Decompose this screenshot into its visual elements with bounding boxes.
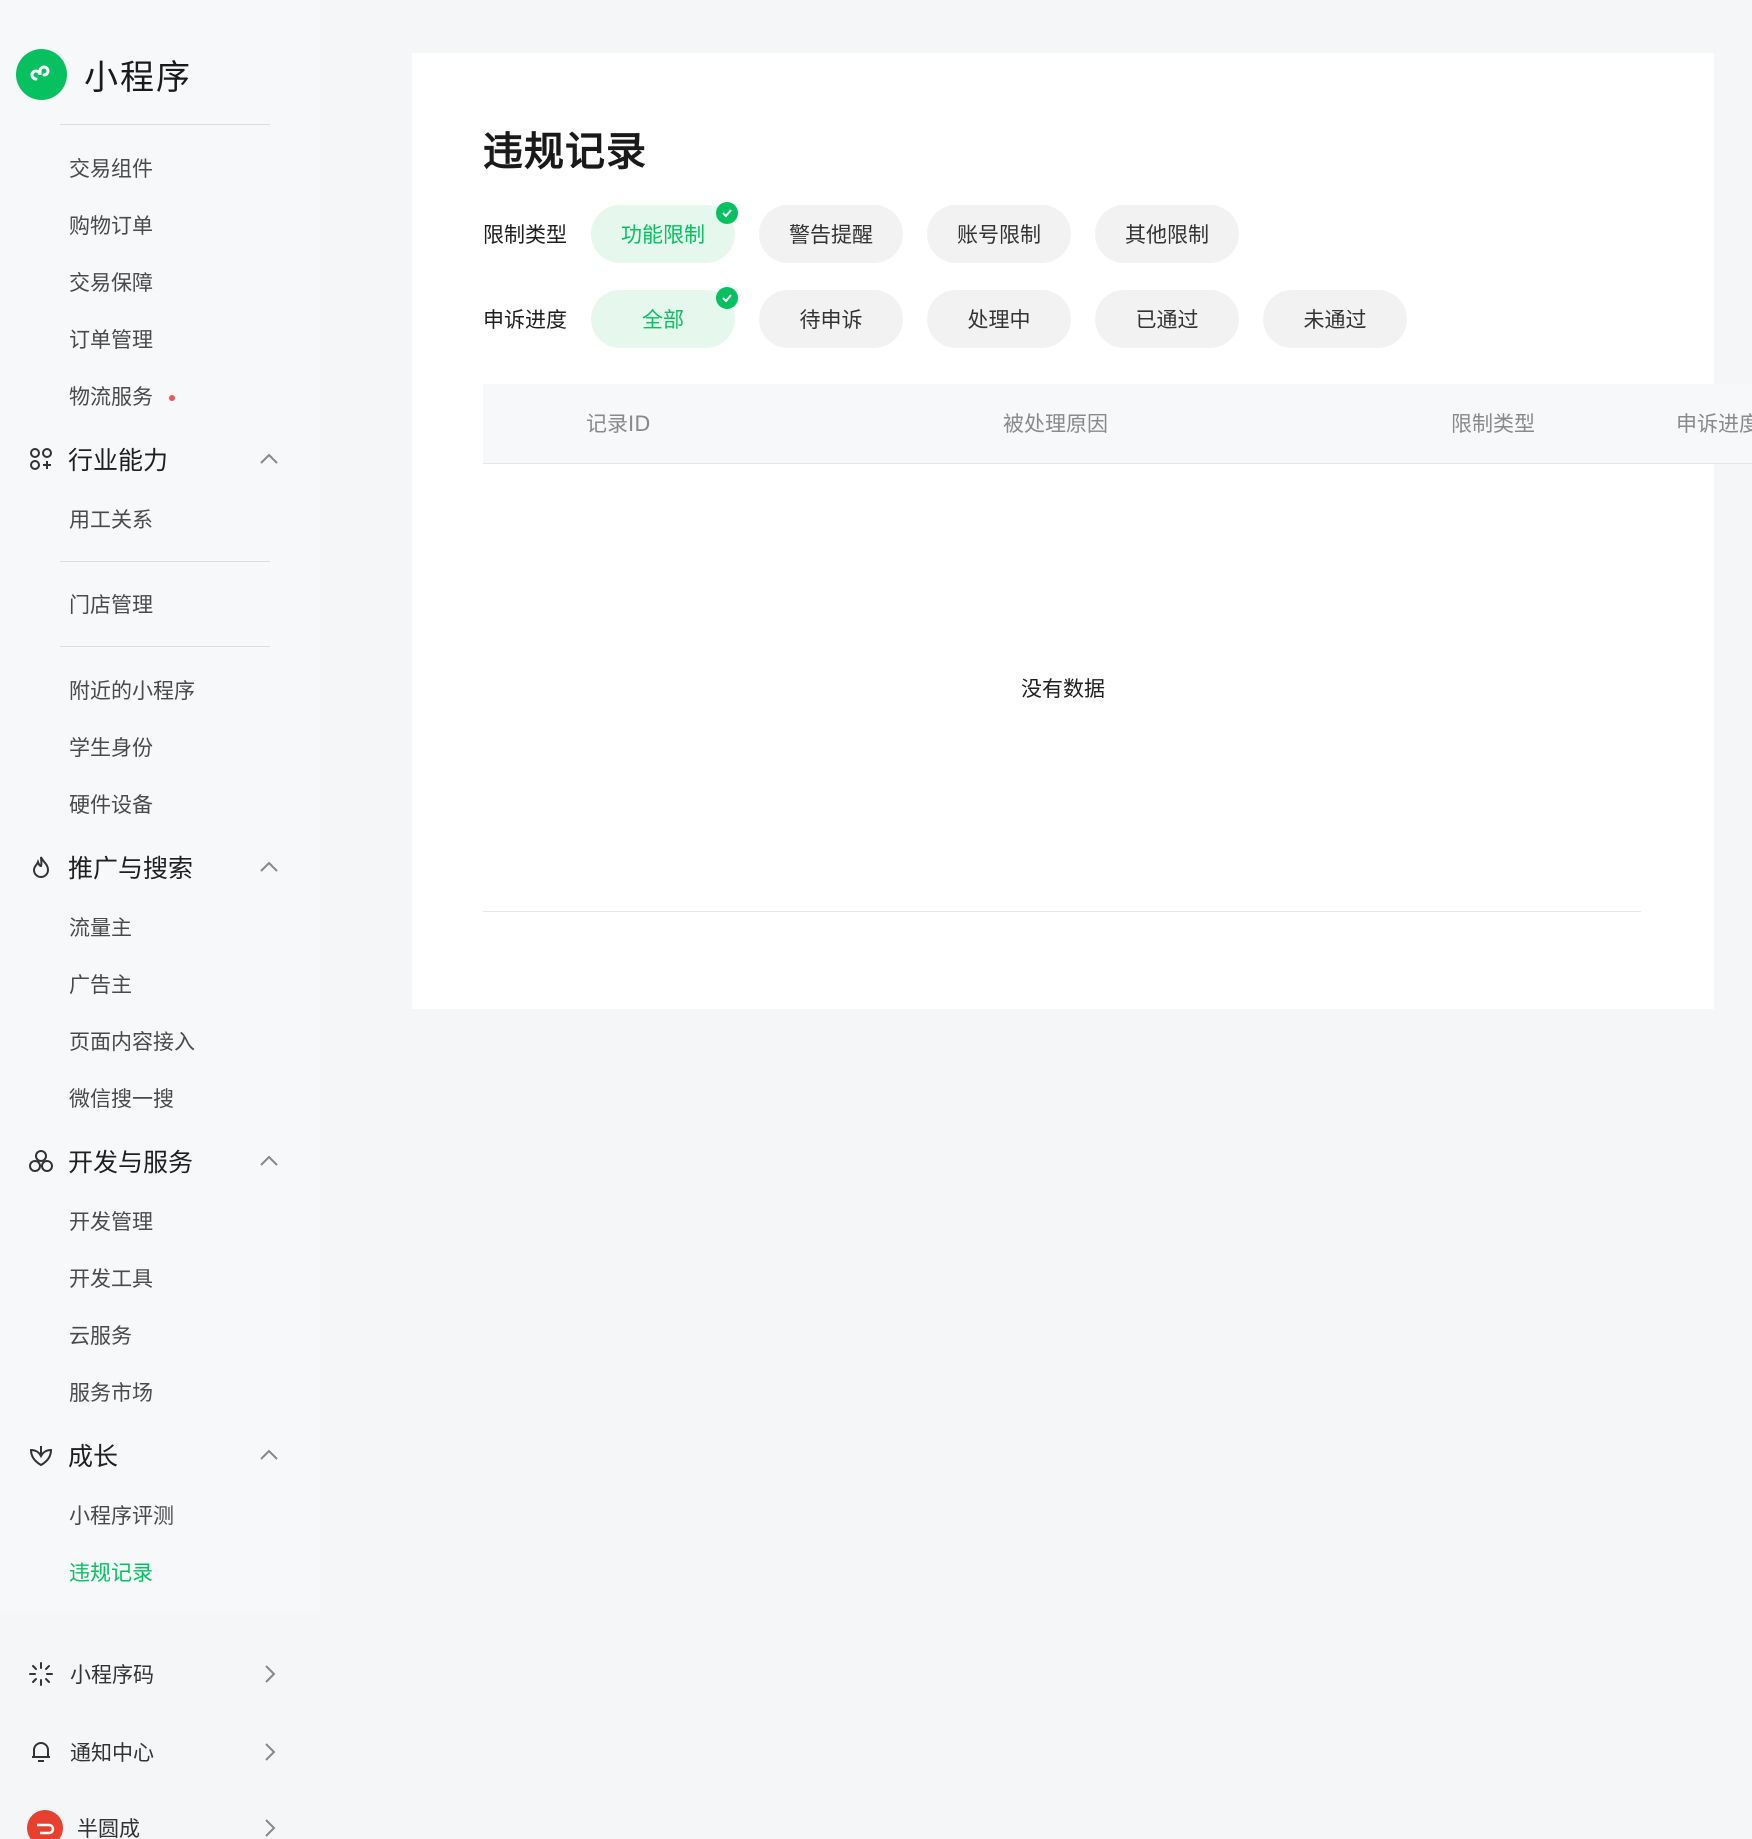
qrcode-icon [26,1659,56,1689]
dev-icon [26,1146,56,1176]
sidebar-item-trade-component[interactable]: 交易组件 [69,154,153,184]
table-header: 记录ID 被处理原因 限制类型 申诉进度 [483,384,1752,464]
filter-appeal-progress: 申诉进度 全部 待申诉 处理中 已通过 未通过 [483,287,1431,348]
chip-feature-limit[interactable]: 功能限制 [591,202,738,263]
filter-label: 申诉进度 [483,308,567,332]
group-label: 行业能力 [68,446,169,475]
sidebar-menu: 小程序 交易组件 购物订单 交易保障 订单管理 物流服务 行业能力 用工关系 门… [0,0,320,1612]
filter-restriction-type: 限制类型 功能限制 警告提醒 账号限制 其他限制 [483,202,1263,263]
empty-state-text: 没有数据 [1021,677,1105,701]
chevron-up-icon [260,1449,278,1460]
growth-icon [26,1440,56,1470]
flame-icon [26,852,56,882]
chip-pending[interactable]: 待申诉 [759,290,903,348]
divider [60,124,270,125]
app-name: 小程序 [84,57,192,98]
sidebar-bottom-notifications[interactable]: 通知中心 [26,1732,280,1772]
app-logo[interactable]: 小程序 [16,48,192,100]
sidebar-item-violation-records[interactable]: 违规记录 [69,1558,153,1588]
sidebar-item-store-management[interactable]: 门店管理 [69,590,153,620]
bottom-label: 半圆成 [77,1817,140,1839]
sidebar-item-hardware[interactable]: 硬件设备 [69,790,153,820]
sidebar-item-shopping-orders[interactable]: 购物订单 [69,211,153,241]
group-label: 开发与服务 [68,1148,194,1177]
chip-all[interactable]: 全部 [591,287,738,348]
chip-label: 功能限制 [621,223,705,247]
divider [60,561,270,562]
chip-processing[interactable]: 处理中 [927,290,1071,348]
chevron-up-icon [260,453,278,464]
chip-label: 处理中 [967,308,1031,332]
chip-rejected[interactable]: 未通过 [1263,290,1407,348]
chip-label: 未通过 [1303,308,1367,332]
chevron-up-icon [260,861,278,872]
group-label: 成长 [68,1442,119,1471]
bottom-label: 小程序码 [70,1663,154,1687]
sidebar-group-promotion[interactable]: 推广与搜索 [26,849,280,885]
chip-label: 其他限制 [1125,223,1209,247]
chip-label: 账号限制 [957,223,1041,247]
sidebar-item-traffic-owner[interactable]: 流量主 [69,913,132,943]
sidebar-item-employment[interactable]: 用工关系 [69,505,153,535]
sidebar-item-advertiser[interactable]: 广告主 [69,970,132,1000]
sidebar-item-student-id[interactable]: 学生身份 [69,733,153,763]
chip-account-limit[interactable]: 账号限制 [927,205,1071,263]
chevron-right-icon [265,1819,276,1837]
chip-label: 警告提醒 [789,223,873,247]
divider [60,646,270,647]
bottom-label: 通知中心 [70,1741,154,1765]
sidebar-item-service-market[interactable]: 服务市场 [69,1378,153,1408]
chip-label: 全部 [642,308,684,332]
industry-icon [26,444,56,474]
sidebar-item-logistics[interactable]: 物流服务 [69,382,153,412]
chip-warning[interactable]: 警告提醒 [759,205,903,263]
chip-other-limit[interactable]: 其他限制 [1095,205,1239,263]
sidebar-bottom-qrcode[interactable]: 小程序码 [26,1654,280,1694]
sidebar-item-nearby[interactable]: 附近的小程序 [69,676,195,706]
sidebar-item-page-content[interactable]: 页面内容接入 [69,1027,195,1057]
sidebar-item-dev-management[interactable]: 开发管理 [69,1207,153,1237]
chip-label: 已通过 [1135,308,1199,332]
new-dot-badge [169,395,175,401]
page-title: 违规记录 [483,129,647,175]
chevron-right-icon [265,1743,276,1761]
chip-approved[interactable]: 已通过 [1095,290,1239,348]
column-appeal-progress: 申诉进度 [1676,412,1752,436]
sidebar-item-trade-guarantee[interactable]: 交易保障 [69,268,153,298]
chevron-right-icon [265,1665,276,1683]
chip-label: 待申诉 [799,308,863,332]
column-restriction-type: 限制类型 [1451,412,1535,436]
check-icon [716,202,738,224]
sidebar-group-industry[interactable]: 行业能力 [26,441,280,477]
column-reason: 被处理原因 [1003,412,1108,436]
check-icon [716,287,738,309]
avatar [27,1810,63,1839]
miniprogram-logo-icon [16,48,67,100]
group-label: 推广与搜索 [68,854,194,883]
bell-icon [26,1737,56,1767]
column-record-id: 记录ID [586,412,651,436]
sidebar-item-evaluation[interactable]: 小程序评测 [69,1501,174,1531]
sidebar-item-order-management[interactable]: 订单管理 [69,325,153,355]
sidebar-item-wechat-search[interactable]: 微信搜一搜 [69,1084,174,1114]
main-card: 违规记录 限制类型 功能限制 警告提醒 账号限制 其他限制 申诉进度 全部 待申… [412,53,1752,1009]
sidebar-bottom-account[interactable]: 半圆成 [26,1808,280,1839]
table-bottom-line [483,911,1641,912]
sidebar-group-growth[interactable]: 成长 [26,1437,280,1473]
sidebar-item-cloud[interactable]: 云服务 [69,1321,132,1351]
filter-label: 限制类型 [483,223,567,247]
chevron-up-icon [260,1155,278,1166]
sidebar-group-dev[interactable]: 开发与服务 [26,1143,280,1179]
sidebar: 小程序 交易组件 购物订单 交易保障 订单管理 物流服务 行业能力 用工关系 门… [0,0,320,1839]
sidebar-item-dev-tools[interactable]: 开发工具 [69,1264,153,1294]
